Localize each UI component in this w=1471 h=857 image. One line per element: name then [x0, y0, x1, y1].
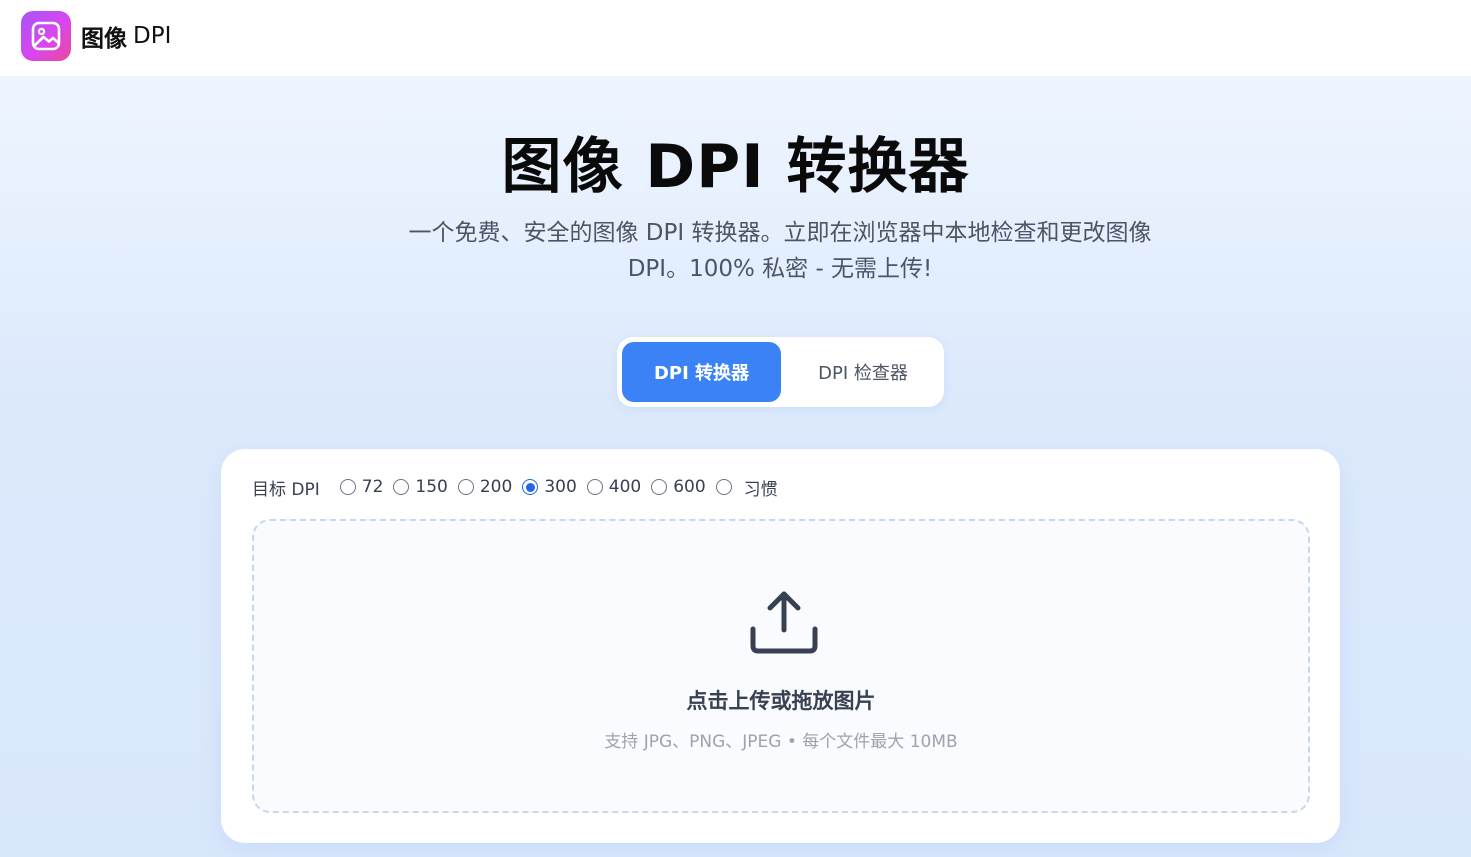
dpi-option-72[interactable]: 72 [339, 477, 384, 497]
dpi-radio-custom[interactable] [715, 479, 732, 495]
top-header: 图像 DPI [0, 0, 1471, 76]
brand-name[interactable]: 图像 DPI [81, 20, 171, 52]
dpi-radio-300[interactable] [522, 479, 539, 495]
dpi-radio-200[interactable] [457, 479, 474, 495]
subtitle-line-2: DPI。100% 私密 - 无需上传! [627, 256, 933, 282]
brand-name-cn: 图像 [81, 26, 127, 52]
dpi-option-label: 72 [361, 477, 384, 497]
dropzone-title: 点击上传或拖放图片 [686, 689, 876, 713]
dpi-option-label: 习惯 [743, 479, 778, 500]
upload-dropzone[interactable]: 点击上传或拖放图片 支持 JPG、PNG、JPEG • 每个文件最大 10MB [252, 519, 1310, 813]
page-subtitle: 一个免费、安全的图像 DPI 转换器。立即在浏览器中本地检查和更改图像 DPI。… [360, 215, 1200, 287]
dpi-option-150[interactable]: 150 [393, 477, 448, 497]
dpi-option-300[interactable]: 300 [522, 477, 577, 497]
dpi-radio-600[interactable] [651, 479, 668, 495]
tab-dpi-converter[interactable]: DPI 转换器 [622, 342, 781, 402]
dpi-radio-72[interactable] [339, 479, 356, 495]
subtitle-line-1: 一个免费、安全的图像 DPI 转换器。立即在浏览器中本地检查和更改图像 [408, 220, 1152, 246]
dpi-option-custom[interactable]: 习惯 [715, 475, 778, 500]
converter-card: 目标 DPI 72 150 200 300 400 600 习惯 点击上传或拖放… [221, 449, 1340, 843]
target-dpi-label: 目标 DPI [252, 479, 320, 500]
upload-icon [750, 591, 818, 654]
app-logo[interactable] [21, 11, 71, 61]
dpi-radio-400[interactable] [586, 479, 603, 495]
dpi-option-label: 200 [479, 477, 513, 497]
dropzone-hint: 支持 JPG、PNG、JPEG • 每个文件最大 10MB [604, 732, 958, 752]
dpi-option-600[interactable]: 600 [651, 477, 706, 497]
dpi-radio-150[interactable] [393, 479, 410, 495]
tab-dpi-checker[interactable]: DPI 检查器 [787, 342, 939, 402]
brand-name-en: DPI [133, 23, 172, 49]
page-title: 图像 DPI 转换器 [501, 132, 970, 202]
image-icon [31, 21, 61, 51]
dpi-option-label: 400 [608, 477, 642, 497]
dpi-option-label: 300 [544, 477, 577, 497]
mode-tabs: DPI 转换器 DPI 检查器 [617, 337, 944, 407]
dpi-option-label: 150 [415, 477, 448, 497]
dpi-option-label: 600 [673, 477, 706, 497]
target-dpi-selector: 目标 DPI 72 150 200 300 400 600 习惯 [252, 475, 788, 500]
dpi-option-400[interactable]: 400 [586, 477, 642, 497]
dpi-option-200[interactable]: 200 [457, 477, 513, 497]
